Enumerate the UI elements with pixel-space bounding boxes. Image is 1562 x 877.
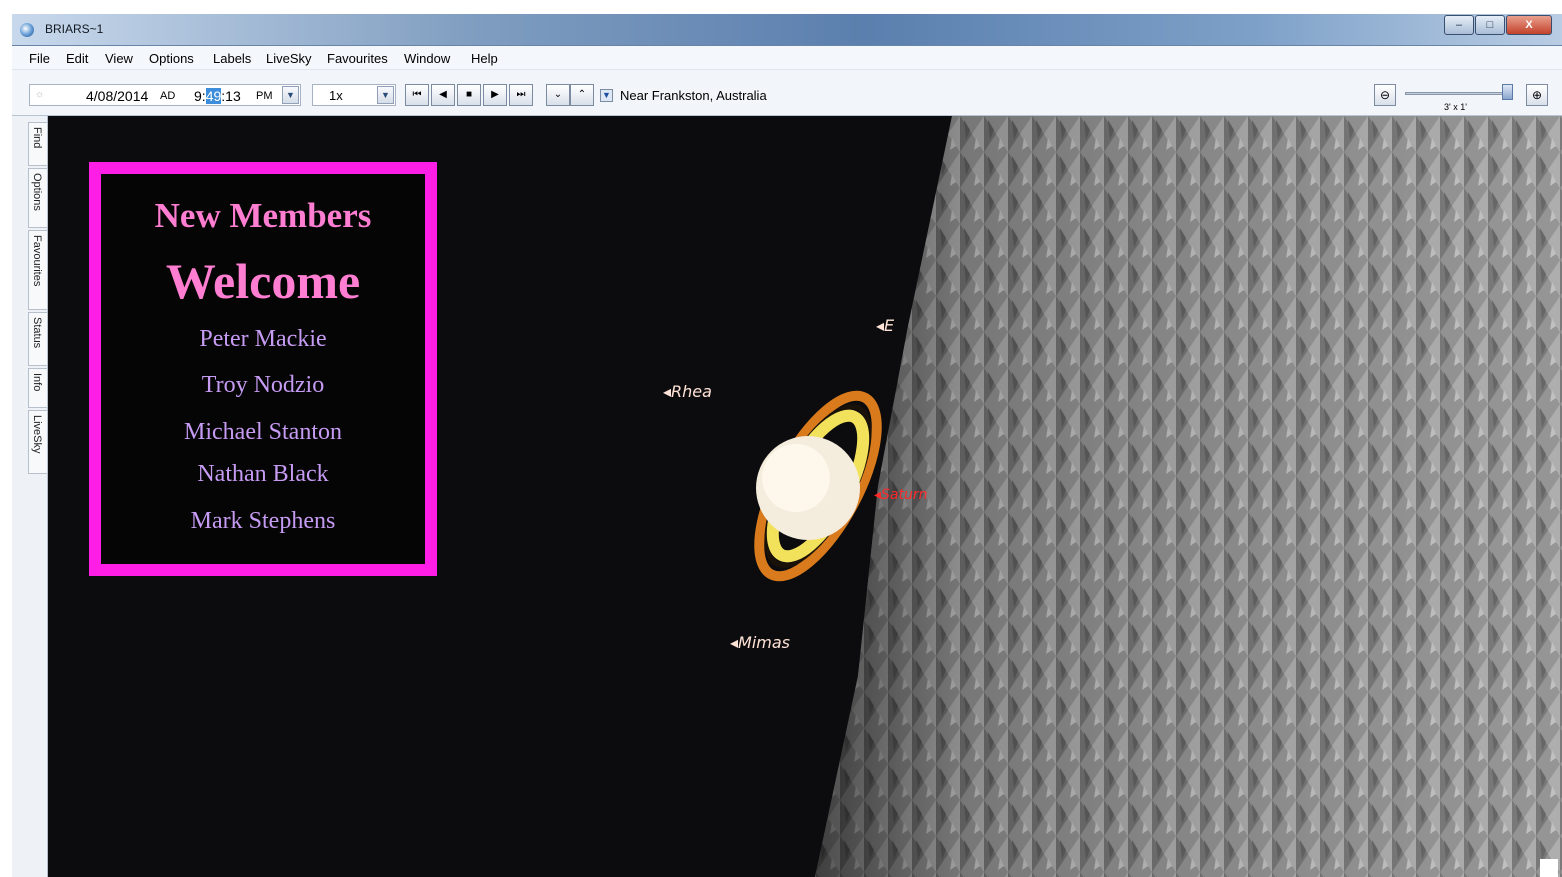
tab-info-label: Info — [31, 373, 43, 392]
maximize-button[interactable]: □ — [1475, 15, 1505, 35]
menu-favourites[interactable]: Favourites — [327, 51, 388, 66]
location-label[interactable]: Near Frankston, Australia — [620, 88, 767, 103]
close-button[interactable]: X — [1506, 15, 1552, 35]
zoom-in-icon[interactable]: ⊕ — [1526, 84, 1548, 106]
member-name: Michael Stanton — [184, 419, 342, 445]
side-tab-strip: Find Options Favourites Status Info Live… — [12, 116, 48, 877]
location-dropdown-icon[interactable]: ▼ — [600, 89, 613, 102]
app-window: BRIARS~1 – □ X File Edit View Options La… — [12, 14, 1562, 877]
window-controls: – □ X — [1443, 15, 1552, 35]
tab-favourites[interactable]: Favourites — [28, 230, 48, 310]
member-name: Mark Stephens — [190, 508, 336, 534]
zoom-slider-thumb[interactable] — [1502, 84, 1513, 100]
window-title: BRIARS~1 — [45, 22, 104, 36]
chevron-down-icon[interactable]: ⌄ — [546, 84, 570, 106]
member-name: Nathan Black — [197, 461, 329, 487]
step-forward-button[interactable]: ▶ — [483, 84, 507, 106]
tab-info[interactable]: Info — [28, 368, 48, 408]
tab-find-label: Find — [31, 127, 43, 149]
zoom-slider[interactable] — [1405, 92, 1513, 95]
time-rate-value: 1x — [329, 88, 343, 103]
tab-status[interactable]: Status — [28, 312, 48, 366]
title-bar: BRIARS~1 – □ X — [12, 14, 1562, 46]
zoom-out-icon[interactable]: ⊖ — [1374, 84, 1396, 106]
tab-livesky-label: LiveSky — [31, 415, 43, 454]
sun-icon: ☼ — [35, 89, 45, 100]
date-time-field[interactable]: ☼ 4/08/2014 AD 9:49:13 PM ▼ — [29, 84, 301, 106]
tab-options-label: Options — [31, 173, 43, 211]
moon-label-e[interactable]: ◂E — [876, 316, 894, 335]
ampm-value: PM — [256, 90, 273, 102]
member-name: Peter Mackie — [199, 326, 327, 352]
planet-label-saturn[interactable]: ◂Saturn — [874, 487, 927, 503]
menu-bar: File Edit View Options Labels LiveSky Fa… — [12, 46, 1562, 70]
step-back-fast-button[interactable]: ⏮ — [405, 84, 429, 106]
date-value[interactable]: 4/08/2014 — [86, 88, 148, 104]
menu-help[interactable]: Help — [471, 51, 498, 66]
tab-favourites-label: Favourites — [31, 235, 43, 287]
time-hour: 9: — [194, 88, 206, 104]
member-name: Troy Nodzio — [201, 372, 325, 398]
chevron-up-icon[interactable]: ⌃ — [570, 84, 594, 106]
moon-label-rhea[interactable]: ◂Rhea — [663, 382, 712, 401]
tab-status-label: Status — [31, 317, 43, 349]
menu-file[interactable]: File — [29, 51, 50, 66]
menu-options[interactable]: Options — [149, 51, 194, 66]
moon-label-mimas[interactable]: ◂Mimas — [730, 633, 790, 652]
time-seconds: :13 — [221, 88, 241, 104]
tab-find[interactable]: Find — [28, 122, 48, 166]
step-forward-fast-button[interactable]: ⏭ — [509, 84, 533, 106]
field-of-view-readout: 3' x 1' — [1444, 102, 1467, 112]
corner-marker — [1540, 859, 1558, 877]
stop-button[interactable]: ■ — [457, 84, 481, 106]
chevron-down-icon[interactable]: ▼ — [282, 86, 299, 104]
menu-window[interactable]: Window — [404, 51, 450, 66]
time-value[interactable]: 9:49:13 — [194, 88, 241, 104]
time-rate-select[interactable]: 1x ▼ — [312, 84, 396, 106]
tab-livesky[interactable]: LiveSky — [28, 410, 48, 474]
menu-labels[interactable]: Labels — [213, 51, 251, 66]
menu-livesky[interactable]: LiveSky — [266, 51, 312, 66]
menu-edit[interactable]: Edit — [66, 51, 88, 66]
step-back-button[interactable]: ◀ — [431, 84, 455, 106]
welcome-panel: New Members Welcome Peter Mackie Troy No… — [89, 162, 437, 576]
time-toolbar: ☼ 4/08/2014 AD 9:49:13 PM ▼ 1x ▼ ⏮ ◀ ■ ▶… — [12, 70, 1562, 116]
chevron-down-icon[interactable]: ▼ — [377, 86, 394, 104]
sky-view[interactable]: New Members Welcome Peter Mackie Troy No… — [48, 116, 1562, 877]
menu-view[interactable]: View — [105, 51, 133, 66]
welcome-heading: Welcome — [165, 253, 361, 309]
tab-options[interactable]: Options — [28, 168, 48, 228]
app-logo-icon — [20, 23, 34, 37]
welcome-heading-new-members: New Members — [154, 196, 372, 235]
minimize-button[interactable]: – — [1444, 15, 1474, 35]
time-minute-selected[interactable]: 49 — [205, 88, 222, 104]
era-value: AD — [160, 90, 176, 102]
